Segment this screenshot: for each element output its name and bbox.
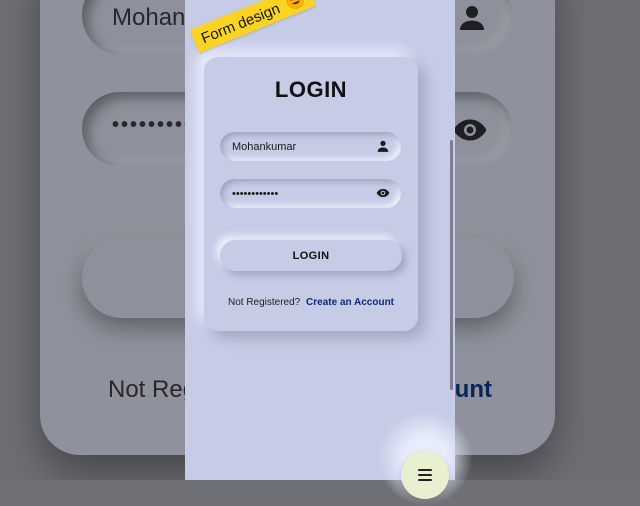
background-eye-icon <box>453 119 487 141</box>
user-icon <box>377 140 389 152</box>
create-account-link[interactable]: Create an Account <box>306 297 394 308</box>
background-username-text: Mohan <box>112 4 186 31</box>
login-card: LOGIN LOGIN Not Registered? Create an Ac… <box>204 57 418 331</box>
menu-icon <box>418 469 432 484</box>
login-title: LOGIN <box>274 77 348 102</box>
menu-fab-button[interactable] <box>401 451 449 499</box>
password-field[interactable] <box>220 179 401 208</box>
login-button[interactable]: LOGIN <box>220 240 402 271</box>
heart-eyes-emoji-icon <box>286 0 304 9</box>
phone-screen: LOGIN LOGIN Not Registered? Create an Ac… <box>185 0 455 480</box>
not-registered-label: Not Registered? <box>227 297 301 308</box>
scrollbar[interactable] <box>450 140 453 390</box>
username-input[interactable] <box>220 132 372 161</box>
background-not-registered-text: Not Reg <box>108 376 197 403</box>
register-prompt: Not Registered? Create an Account <box>204 297 418 308</box>
eye-icon[interactable] <box>376 186 390 200</box>
password-input[interactable] <box>220 179 372 208</box>
background-user-icon <box>460 6 484 30</box>
username-field[interactable] <box>220 132 401 161</box>
